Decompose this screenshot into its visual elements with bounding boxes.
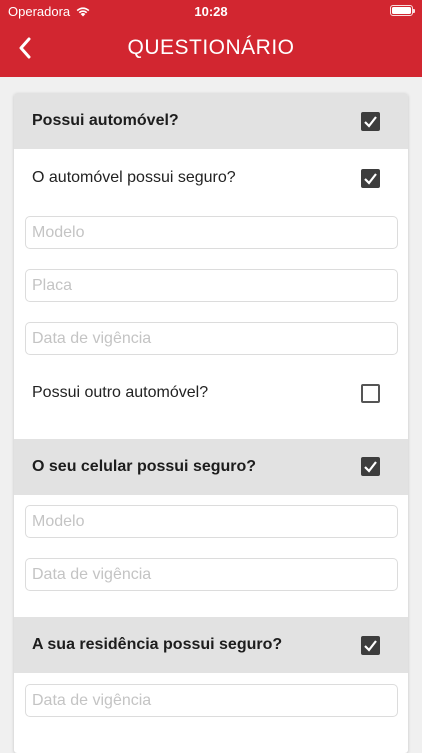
other-car-label: Possui outro automóvel? [32,384,209,401]
car-insured-checkbox[interactable] [361,169,380,188]
battery-icon [390,5,415,16]
phone-checkbox[interactable] [361,457,380,476]
checkmark-icon [364,640,377,652]
car-plate-input[interactable] [25,269,398,302]
checkmark-icon [364,116,377,128]
home-question-label: A sua residência possui seguro? [32,636,283,653]
status-time: 10:28 [194,4,228,19]
car-insured-row: O automóvel possui seguro? [14,149,408,205]
home-validity-input[interactable] [25,684,398,717]
status-bar: Operadora 10:28 [0,0,422,22]
car-insured-label: O automóvel possui seguro? [32,169,236,186]
questionnaire-card: Possui automóvel? O automóvel possui seg… [14,93,408,753]
phone-question-label: O seu celular possui seguro? [32,458,257,475]
car-question-label: Possui automóvel? [32,112,179,129]
checkmark-icon [364,173,377,185]
section-phone-header: O seu celular possui seguro? [14,439,408,495]
car-validity-input[interactable] [25,322,398,355]
phone-validity-input[interactable] [25,558,398,591]
phone-model-input[interactable] [25,505,398,538]
other-car-checkbox[interactable] [361,384,380,403]
page-title: QUESTIONÁRIO [127,36,295,59]
app-header: Operadora 10:28 QUESTIONÁRIO [0,0,422,77]
other-car-row: Possui outro automóvel? [14,365,408,431]
checkmark-icon [364,461,377,473]
car-checkbox[interactable] [361,112,380,131]
car-model-input[interactable] [25,216,398,249]
section-car-header: Possui automóvel? [14,93,408,149]
section-home-header: A sua residência possui seguro? [14,617,408,673]
home-checkbox[interactable] [361,636,380,655]
